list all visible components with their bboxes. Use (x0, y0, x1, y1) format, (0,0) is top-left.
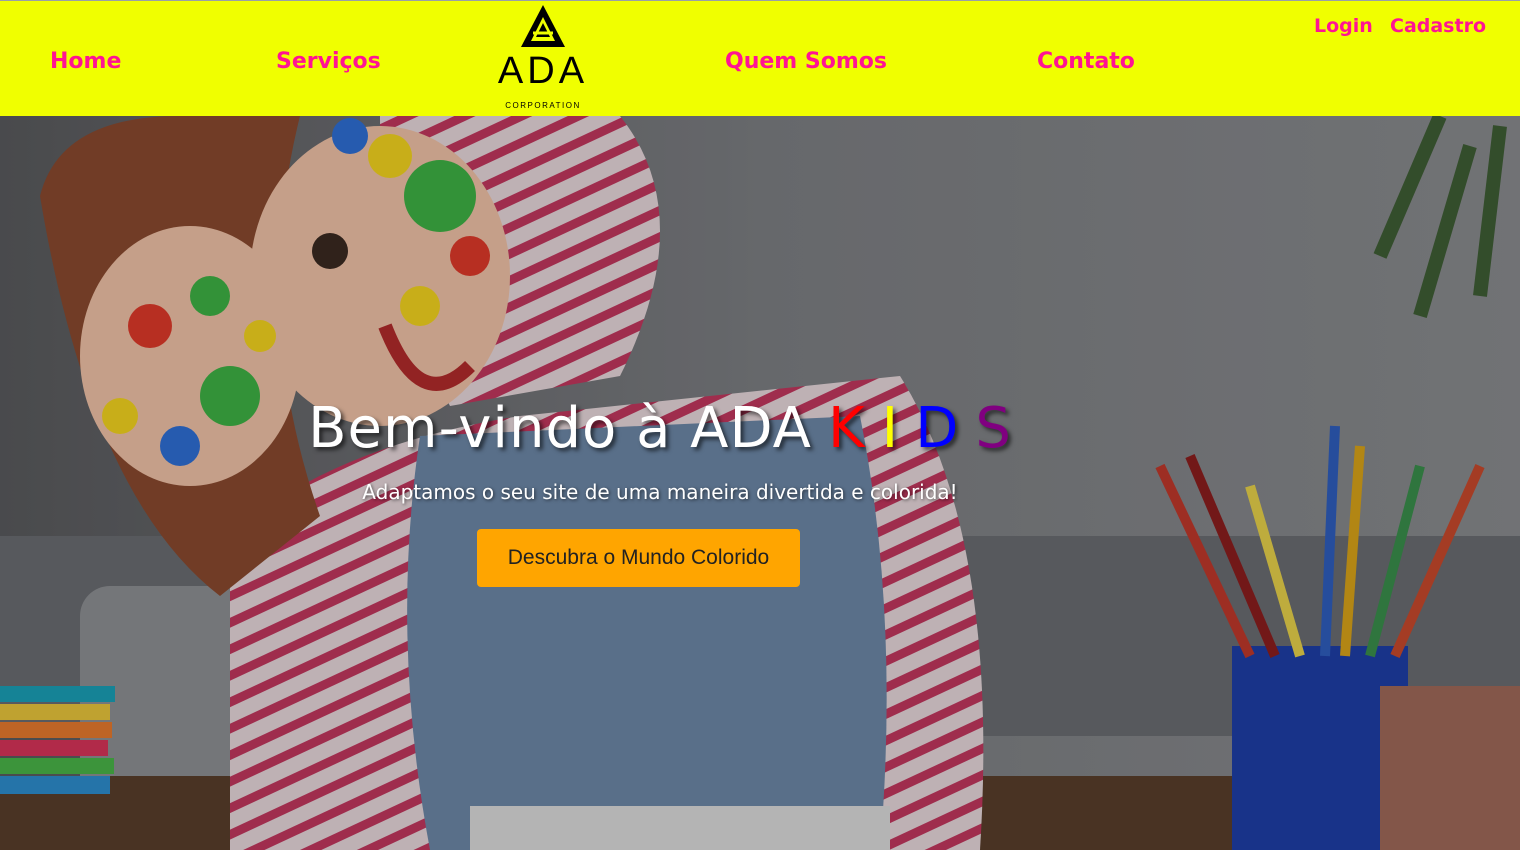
nav-link-about[interactable]: Quem Somos (725, 49, 887, 74)
kids-letter-k: K (827, 396, 866, 461)
kids-letter-d: D (915, 396, 960, 461)
logo-name: ADA (497, 50, 589, 92)
ada-logo[interactable]: ADA CORPORATION (480, 3, 606, 115)
hero-subtitle: Adaptamos o seu site de uma maneira dive… (362, 480, 958, 504)
nav-link-contact[interactable]: Contato (1037, 49, 1135, 74)
logo-tagline: CORPORATION (505, 101, 581, 110)
top-navbar: Home Serviços ADA CORPORATION Quem Somos… (0, 0, 1520, 116)
login-link[interactable]: Login (1314, 15, 1373, 37)
kids-letter-s: S (975, 396, 1012, 461)
nav-link-services[interactable]: Serviços (276, 49, 381, 74)
triangle-logo-icon (521, 5, 565, 47)
hero-title: Bem-vindo à ADA K I D S (0, 396, 1320, 461)
register-link[interactable]: Cadastro (1390, 15, 1486, 37)
discover-world-button[interactable]: Descubra o Mundo Colorido (477, 529, 800, 587)
nav-link-home[interactable]: Home (50, 49, 121, 74)
hero-title-prefix: Bem-vindo à ADA (308, 396, 812, 461)
kids-letter-i: I (881, 396, 900, 461)
hero-banner: Bem-vindo à ADA K I D S Adaptamos o seu site… (0, 116, 1520, 850)
